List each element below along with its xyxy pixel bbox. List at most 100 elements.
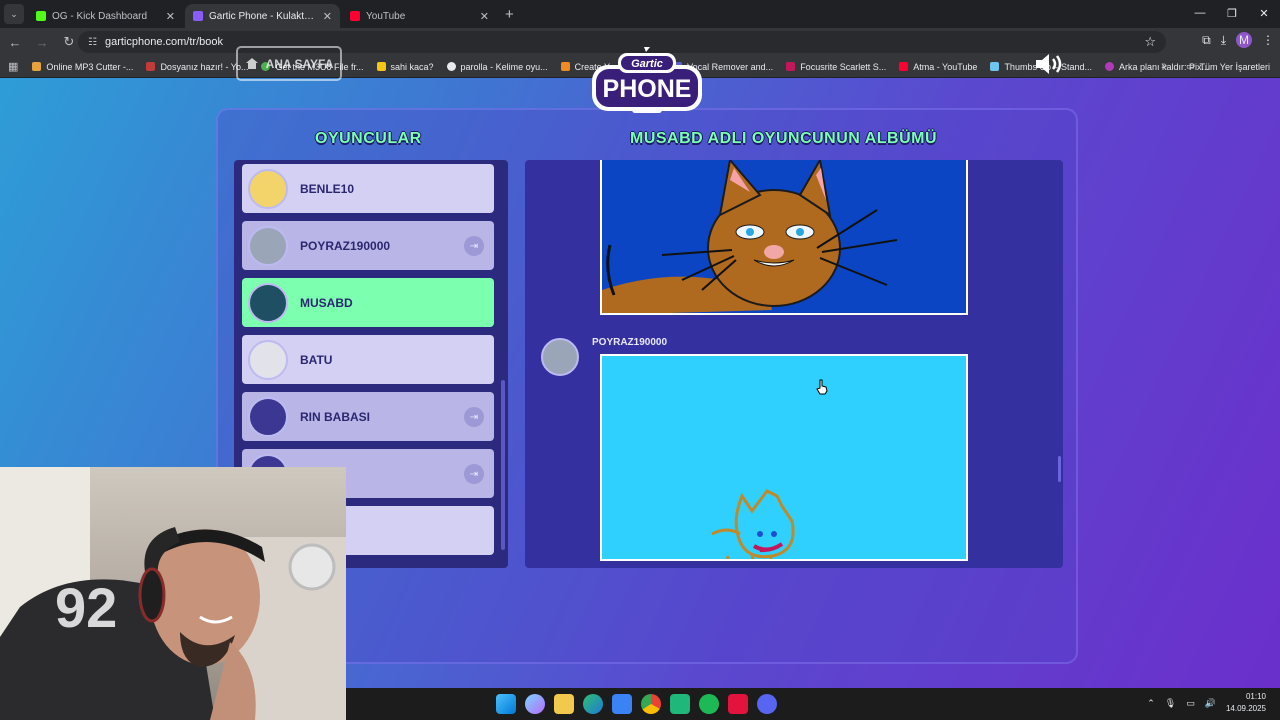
player-avatar	[248, 339, 288, 380]
back-icon[interactable]: ←	[3, 35, 27, 50]
player-avatar	[248, 225, 288, 266]
tab-youtube[interactable]: YouTube ✕	[342, 4, 497, 28]
menu-icon[interactable]: ⋮	[1262, 33, 1274, 47]
bookmark-label: Atma - YouTube	[913, 61, 978, 72]
close-tab-icon[interactable]: ✕	[323, 10, 332, 23]
close-window-icon[interactable]: ✕	[1248, 0, 1280, 26]
home-button[interactable]: ANA SAYFA	[236, 46, 342, 81]
album-heading: MUSABD ADLI OYUNCUNUN ALBÜMÜ	[630, 130, 938, 147]
player-avatar	[248, 282, 288, 323]
network-icon[interactable]: ▭	[1186, 698, 1195, 709]
small-cat-drawing	[600, 354, 968, 561]
bookmark-item[interactable]: parolla - Kelime oyu...	[446, 61, 548, 72]
home-icon	[245, 58, 258, 69]
album-scrollbar[interactable]	[1058, 456, 1061, 482]
kick-player-icon[interactable]: ⇥	[464, 464, 484, 484]
bookmark-star-icon[interactable]: ☆	[1144, 34, 1156, 50]
player-name: BENLE10	[300, 181, 355, 196]
clock-time: 01:10	[1245, 692, 1266, 701]
kick-player-icon[interactable]: ⇥	[464, 236, 484, 256]
logo-phone-text: PHONE	[603, 75, 692, 103]
discord-icon[interactable]	[757, 694, 777, 714]
close-tab-icon[interactable]: ✕	[480, 10, 489, 23]
tab-search-button[interactable]: ⌄	[4, 4, 24, 24]
logo-gartic-text: Gartic	[631, 58, 663, 70]
bookmark-favicon-icon	[1104, 62, 1114, 71]
tab-title: YouTube	[366, 10, 406, 22]
bookmark-item[interactable]: sahi kaca?	[376, 61, 434, 72]
more-bookmarks-icon[interactable]: »	[1161, 60, 1167, 72]
volume-icon[interactable]: 🔊	[1205, 698, 1216, 709]
windows-taskbar: ⌃ 🎙 ▭ 🔊 01:10 14.09.2025	[346, 688, 1280, 720]
home-button-label: ANA SAYFA	[265, 56, 334, 71]
all-bookmarks-label: Tüm Yer İşaretleri	[1199, 61, 1270, 72]
media-player-icon[interactable]	[728, 694, 748, 714]
forward-icon[interactable]: →	[30, 35, 54, 50]
bookmark-item[interactable]: Online MP3 Cutter -...	[32, 62, 133, 72]
player-item[interactable]: BENLE10	[242, 164, 494, 213]
bookmark-favicon-icon	[560, 62, 570, 71]
bookmark-favicon-icon	[146, 62, 156, 71]
bookmark-favicon-icon	[899, 62, 909, 71]
tab-kick-dashboard[interactable]: OG - Kick Dashboard ✕	[28, 4, 183, 28]
clock-date: 14.09.2025	[1225, 704, 1266, 713]
system-clock[interactable]: 01:10 14.09.2025	[1226, 691, 1266, 715]
webcam-overlay: 92	[0, 467, 346, 720]
kick-player-icon[interactable]: ⇥	[464, 407, 484, 427]
player-name: MUSABD	[300, 295, 353, 310]
bookmark-label: sahi kaca?	[390, 61, 434, 72]
player-item[interactable]: POYRAZ190000 ⇥	[242, 221, 494, 270]
all-bookmarks-button[interactable]: ▭ Tüm Yer İşaretleri	[1186, 61, 1270, 72]
svg-text:92: 92	[55, 576, 117, 639]
players-scrollbar[interactable]	[501, 380, 505, 550]
player-avatar	[248, 168, 288, 209]
app-green-icon[interactable]	[670, 694, 690, 714]
tab-gartic-phone[interactable]: Gartic Phone - Kulaktan Kulağa ✕	[185, 4, 340, 28]
bookmark-label: parolla - Kelime oyu...	[460, 61, 548, 72]
bookmark-item[interactable]: Dosyanız hazır! - Yo...	[146, 62, 248, 72]
tab-title: Gartic Phone - Kulaktan Kulağa	[209, 10, 317, 22]
chrome-icon[interactable]	[641, 694, 661, 714]
close-tab-icon[interactable]: ✕	[166, 10, 175, 23]
download-icon[interactable]: ⤓	[1221, 33, 1226, 48]
apps-grid-icon[interactable]: ▦	[8, 60, 18, 73]
cat-drawing	[600, 160, 968, 315]
profile-avatar[interactable]: M	[1236, 32, 1252, 48]
restore-icon[interactable]: ❐	[1216, 0, 1248, 26]
bookmark-favicon-icon	[446, 62, 456, 71]
player-item-selected[interactable]: MUSABD	[242, 278, 494, 327]
youtube-favicon-icon	[350, 11, 360, 21]
album-author-name: POYRAZ190000	[592, 337, 668, 348]
spotify-icon[interactable]	[699, 694, 719, 714]
file-explorer-icon[interactable]	[554, 694, 574, 714]
gartic-favicon-icon	[193, 11, 203, 21]
store-icon[interactable]	[612, 694, 632, 714]
player-item[interactable]: RIN BABASI ⇥	[242, 392, 494, 441]
kick-favicon-icon	[36, 11, 46, 21]
microphone-icon[interactable]: 🎙	[1165, 698, 1176, 709]
author-avatar	[541, 338, 579, 376]
minimize-icon[interactable]: —	[1184, 0, 1216, 26]
bookmark-item[interactable]: Atma - YouTube	[899, 62, 977, 72]
start-menu-icon[interactable]	[496, 694, 516, 714]
site-info-icon[interactable]: ☷	[88, 37, 97, 48]
gartic-phone-logo: Gartic PHONE	[592, 47, 702, 113]
url-text: garticphone.com/tr/book	[104, 36, 223, 48]
bookmark-label: Online MP3 Cutter -...	[46, 61, 134, 72]
extensions-icon[interactable]: ⧉	[1202, 33, 1211, 48]
edge-icon[interactable]	[583, 694, 603, 714]
new-tab-icon[interactable]: +	[505, 6, 514, 23]
copilot-icon[interactable]	[525, 694, 545, 714]
sound-icon[interactable]	[1034, 52, 1066, 76]
bookmark-favicon-icon	[376, 62, 386, 71]
album-feed[interactable]: POYRAZ190000	[525, 160, 1063, 568]
tray-chevron-icon[interactable]: ⌃	[1147, 698, 1155, 709]
bookmark-favicon-icon	[990, 62, 1000, 71]
player-avatar	[248, 396, 288, 437]
hand-cursor-icon	[816, 379, 828, 395]
player-item[interactable]: BATU	[242, 335, 494, 384]
bookmark-favicon-icon	[32, 62, 42, 71]
tab-strip: ⌄ OG - Kick Dashboard ✕ Gartic Phone - K…	[0, 0, 1280, 28]
bookmark-favicon-icon	[786, 62, 796, 71]
bookmark-item[interactable]: Focusrite Scarlett S...	[786, 62, 886, 72]
